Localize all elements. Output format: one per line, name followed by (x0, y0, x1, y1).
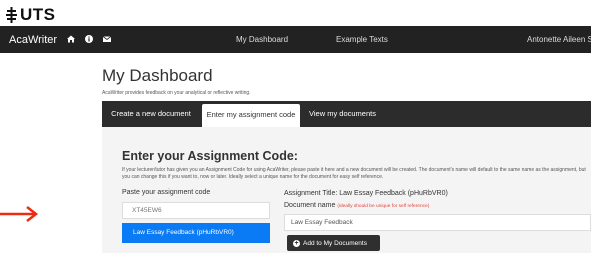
plus-circle-icon: + (293, 239, 300, 247)
tab-create-document[interactable]: Create a new document (102, 101, 200, 127)
navbar-brand[interactable]: AcaWriter (9, 34, 57, 46)
page-title: My Dashboard (102, 66, 213, 85)
assignment-code-panel: Enter your Assignment Code: If your lect… (102, 127, 591, 253)
red-arrow-annotation (0, 206, 39, 222)
info-icon[interactable] (85, 35, 93, 43)
nav-link-dashboard[interactable]: My Dashboard (236, 35, 288, 44)
page-subtitle: AcaWriter provides feedback on your anal… (102, 90, 251, 96)
document-name-label-text: Document name (284, 202, 336, 209)
assignment-title: Assignment Title: Law Essay Feedback (pH… (284, 190, 448, 197)
assignment-code-input[interactable] (122, 202, 270, 219)
document-name-input[interactable] (284, 214, 591, 231)
uts-logo-text: UTS (20, 5, 56, 24)
assignment-code-label: Paste your assignment code (122, 189, 211, 196)
mail-icon[interactable] (103, 35, 111, 43)
uts-logo[interactable]: UTS (6, 5, 56, 25)
add-to-my-documents-button[interactable]: + Add to My Documents (287, 235, 380, 251)
nav-user-menu[interactable]: Antonette Aileen S (527, 35, 591, 44)
document-name-label: Document name (ideally should be unique … (284, 202, 429, 209)
panel-description: If your lecturer/tutor has given you an … (122, 167, 586, 180)
document-name-hint: (ideally should be unique for self refer… (337, 204, 430, 209)
home-icon[interactable] (67, 35, 75, 43)
uts-crest-icon (6, 7, 17, 23)
uts-header: UTS (0, 0, 591, 26)
navbar-icon-group (67, 35, 111, 43)
panel-heading: Enter your Assignment Code: (122, 149, 298, 163)
assignment-code-result[interactable]: Law Essay Feedback (pHuRbVR0) (122, 223, 270, 243)
nav-link-example-texts[interactable]: Example Texts (336, 35, 388, 44)
add-button-label: Add to My Documents (303, 239, 367, 247)
tab-enter-assignment-code[interactable]: Enter my assignment code (202, 104, 300, 127)
top-navbar: AcaWriter My Dashboard Example Texts Ant… (0, 26, 591, 53)
tab-view-documents[interactable]: View my documents (300, 101, 385, 127)
tab-bar: Create a new document Enter my assignmen… (102, 101, 591, 127)
